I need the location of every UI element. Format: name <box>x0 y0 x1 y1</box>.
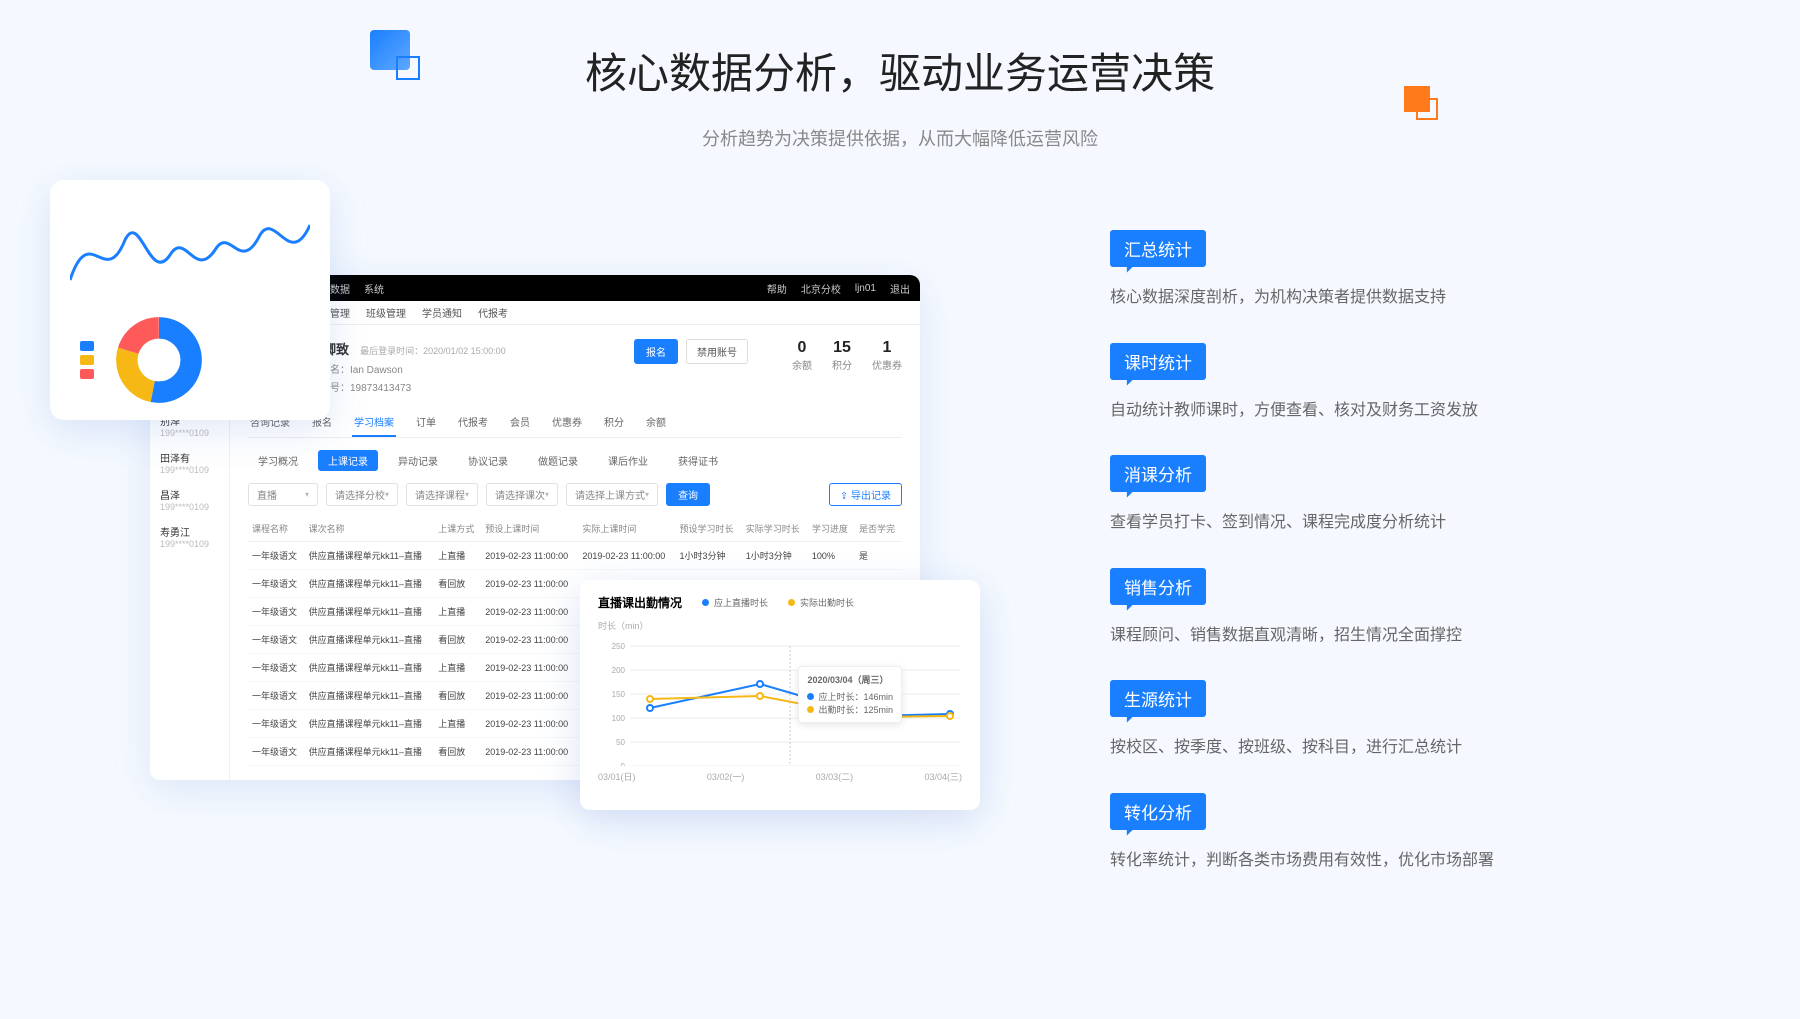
tab-item[interactable]: 会员 <box>508 408 532 437</box>
donut-legend <box>80 337 94 383</box>
filter-select[interactable]: 请选择课次 <box>486 483 558 506</box>
subtab-item[interactable]: 获得证书 <box>668 450 728 471</box>
feature-item: 转化分析转化率统计，判断各类市场费用有效性，优化市场部署 <box>1110 793 1670 874</box>
filter-select[interactable]: 直播 <box>248 483 318 506</box>
feature-badge: 消课分析 <box>1110 455 1206 492</box>
profile-tabs: 咨询记录报名学习档案订单代报考会员优惠券积分余额 <box>248 408 902 438</box>
x-axis: 03/01(日)03/02(一)03/03(二)03/04(三) <box>598 770 962 783</box>
tab-item[interactable]: 订单 <box>414 408 438 437</box>
subtab-item[interactable]: 学习概况 <box>248 450 308 471</box>
svg-text:250: 250 <box>612 642 626 651</box>
subtab-item[interactable]: 做题记录 <box>528 450 588 471</box>
tab-item[interactable]: 优惠券 <box>550 408 584 437</box>
svg-text:150: 150 <box>612 690 626 699</box>
secondnav-item[interactable]: 代报考 <box>478 305 508 320</box>
feature-badge: 汇总统计 <box>1110 230 1206 267</box>
svg-text:100: 100 <box>612 714 626 723</box>
svg-text:0: 0 <box>621 762 626 766</box>
feature-item: 销售分析课程顾问、销售数据直观清晰，招生情况全面撑控 <box>1110 568 1670 649</box>
feature-item: 生源统计按校区、按季度、按班级、按科目，进行汇总统计 <box>1110 680 1670 761</box>
filter-select[interactable]: 请选择课程 <box>406 483 478 506</box>
feature-desc: 转化率统计，判断各类市场费用有效性，优化市场部署 <box>1110 848 1670 874</box>
line-chart: 0 50 100 150 200 250 <box>598 636 962 766</box>
feature-desc: 核心数据深度剖析，为机构决策者提供数据支持 <box>1110 285 1670 311</box>
secondnav-item[interactable]: 学员通知 <box>422 305 462 320</box>
sparkline-icon <box>70 200 310 300</box>
chart-tooltip: 2020/03/04（周三） 应上时长：146min 出勤时长：125min <box>798 666 902 723</box>
attendance-chart-card: 直播课出勤情况 应上直播时长 实际出勤时长 时长（min） 0 50 100 150… <box>580 580 980 810</box>
search-button[interactable]: 查询 <box>666 483 710 506</box>
feature-desc: 按校区、按季度、按班级、按科目，进行汇总统计 <box>1110 735 1670 761</box>
page-subtitle: 分析趋势为决策提供依据，从而大幅降低运营风险 <box>0 125 1800 151</box>
y-axis-label: 时长（min） <box>598 619 962 632</box>
topnav-item[interactable]: 系统 <box>364 281 384 296</box>
secondnav-item[interactable]: 管理 <box>330 305 350 320</box>
sidebar-student[interactable]: 田泽有199****0109 <box>150 444 229 481</box>
svg-text:50: 50 <box>616 738 625 747</box>
tab-item[interactable]: 余额 <box>644 408 668 437</box>
feature-desc: 查看学员打卡、签到情况、课程完成度分析统计 <box>1110 510 1670 536</box>
page-title: 核心数据分析，驱动业务运营决策 <box>585 40 1215 101</box>
student-profile: 仝卿致 最后登录时间：2020/01/02 15:00:00 账户名：Ian D… <box>248 339 902 394</box>
feature-item: 汇总统计核心数据深度剖析，为机构决策者提供数据支持 <box>1110 230 1670 311</box>
signup-button[interactable]: 报名 <box>634 339 678 364</box>
chart-title: 直播课出勤情况 <box>598 594 682 611</box>
tab-item[interactable]: 积分 <box>602 408 626 437</box>
filter-select[interactable]: 请选择分校 <box>326 483 398 506</box>
sidebar-student[interactable]: 昌泽199****0109 <box>150 481 229 518</box>
stat-item: 0余额 <box>792 339 812 372</box>
feature-list: 汇总统计核心数据深度剖析，为机构决策者提供数据支持课时统计自动统计教师课时，方便… <box>1110 230 1670 906</box>
legend-item: 应上直播时长 <box>702 596 768 609</box>
topnav-right-item[interactable]: 帮助 <box>767 281 787 296</box>
tab-item[interactable]: 代报考 <box>456 408 490 437</box>
feature-item: 课时统计自动统计教师课时，方便查看、核对及财务工资发放 <box>1110 343 1670 424</box>
hero-section: 核心数据分析，驱动业务运营决策 分析趋势为决策提供依据，从而大幅降低运营风险 <box>0 0 1800 151</box>
legend-item: 实际出勤时长 <box>788 596 854 609</box>
feature-badge: 转化分析 <box>1110 793 1206 830</box>
sidebar-student[interactable]: 寿勇江199****0109 <box>150 518 229 555</box>
disable-account-button[interactable]: 禁用账号 <box>686 339 748 364</box>
subtab-item[interactable]: 协议记录 <box>458 450 518 471</box>
feature-desc: 课程顾问、销售数据直观清晰，招生情况全面撑控 <box>1110 623 1670 649</box>
feature-badge: 生源统计 <box>1110 680 1206 717</box>
export-button[interactable]: ⇪ 导出记录 <box>829 483 902 506</box>
topnav-item[interactable]: 数据 <box>330 281 350 296</box>
feature-badge: 课时统计 <box>1110 343 1206 380</box>
feature-item: 消课分析查看学员打卡、签到情况、课程完成度分析统计 <box>1110 455 1670 536</box>
record-subtabs: 学习概况上课记录异动记录协议记录做题记录课后作业获得证书 <box>248 450 902 471</box>
donut-chart-icon <box>114 315 204 405</box>
subtab-item[interactable]: 异动记录 <box>388 450 448 471</box>
mock-stage: 教学运营题库资源财务数据系统 帮助北京分校ljn01退出 管理班级管理学员通知代… <box>50 180 930 800</box>
filter-select[interactable]: 请选择上课方式 <box>566 483 658 506</box>
secondnav-item[interactable]: 班级管理 <box>366 305 406 320</box>
stat-item: 15积分 <box>832 339 852 372</box>
feature-desc: 自动统计教师课时，方便查看、核对及财务工资发放 <box>1110 398 1670 424</box>
mini-chart-card <box>50 180 330 420</box>
topnav-right-item[interactable]: 退出 <box>890 281 910 296</box>
svg-text:200: 200 <box>612 666 626 675</box>
last-login: 最后登录时间：2020/01/02 15:00:00 <box>360 346 506 356</box>
tab-item[interactable]: 学习档案 <box>352 408 396 437</box>
stat-item: 1优惠券 <box>872 339 902 372</box>
feature-badge: 销售分析 <box>1110 568 1206 605</box>
subtab-item[interactable]: 上课记录 <box>318 450 378 471</box>
table-row[interactable]: 一年级语文供应直播课程单元kk11–直播上直播2019-02-23 11:00:… <box>248 542 902 570</box>
topnav-right-item[interactable]: 北京分校 <box>801 281 841 296</box>
subtab-item[interactable]: 课后作业 <box>598 450 658 471</box>
filter-row: 直播请选择分校请选择课程请选择课次请选择上课方式查询 ⇪ 导出记录 <box>248 483 902 506</box>
topnav-right-item[interactable]: ljn01 <box>855 283 876 294</box>
